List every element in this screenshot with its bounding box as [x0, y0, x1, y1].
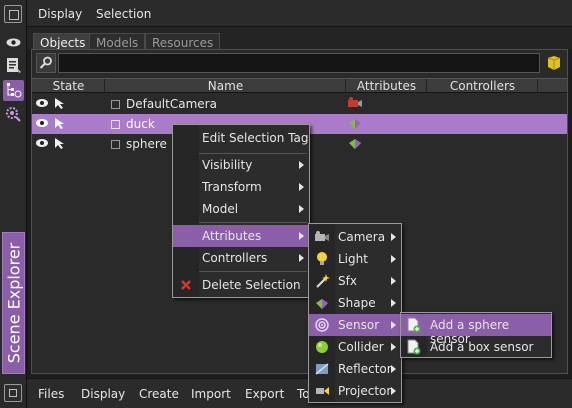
- window-menu-button[interactable]: [4, 5, 22, 23]
- tab-resources[interactable]: Resources: [145, 33, 221, 50]
- submenu-arrow-icon: [299, 254, 304, 262]
- wand-icon: [316, 274, 330, 288]
- menu-item-attributes[interactable]: Attributes: [173, 225, 309, 247]
- tab-models[interactable]: Models: [89, 33, 146, 50]
- submenu-arrow-icon: [299, 183, 304, 191]
- menu-item-label: Add a box sensor: [430, 340, 534, 354]
- scene-explorer-title: Scene Explorer: [2, 232, 25, 374]
- column-controllers[interactable]: Controllers: [428, 79, 538, 93]
- submenu-arrow-icon: [391, 299, 396, 307]
- submenu-arrow-icon: [391, 233, 396, 241]
- menu-item-label: Delete Selection: [202, 278, 301, 292]
- column-state[interactable]: State: [33, 79, 105, 93]
- menu-display[interactable]: Display: [38, 7, 82, 21]
- gear-search-icon[interactable]: [3, 104, 24, 125]
- menu-item-label: Collider: [338, 340, 384, 354]
- menu-item-visibility[interactable]: Visibility: [173, 154, 309, 176]
- column-attributes[interactable]: Attributes: [347, 79, 427, 93]
- menu-item-shape[interactable]: Shape: [309, 292, 401, 314]
- menu-item-collider[interactable]: Collider: [309, 336, 401, 358]
- menu-item-label: Projector: [338, 384, 392, 398]
- submenu-arrow-icon: [391, 277, 396, 285]
- add-sensor-icon: [407, 317, 421, 333]
- left-toolbar: Scene Explorer: [0, 0, 27, 408]
- menu-files[interactable]: Files: [38, 387, 64, 401]
- filter-icon[interactable]: [545, 54, 563, 72]
- menu-item-add-box-sensor[interactable]: Add a box sensor: [401, 336, 551, 358]
- menu-item-transform[interactable]: Transform: [173, 176, 309, 198]
- menu-item-add-sphere-sensor[interactable]: Add a sphere sensor: [401, 314, 551, 346]
- table-row[interactable]: [32, 94, 567, 114]
- menu-item-label: Controllers: [202, 251, 268, 265]
- submenu-arrow-icon: [299, 205, 304, 213]
- menu-item-label: Sfx: [338, 274, 357, 288]
- delete-icon: [181, 280, 191, 290]
- context-menu: Edit Selection Tag Visibility Transform …: [172, 124, 310, 298]
- menu-item-label: Attributes: [202, 229, 262, 243]
- menu-create[interactable]: Create: [139, 387, 179, 401]
- reflector-icon: [315, 363, 329, 375]
- camera-icon: [315, 231, 329, 241]
- sensor-icon: [315, 318, 329, 332]
- menu-item-reflector[interactable]: Reflector: [309, 358, 401, 380]
- menu-item-label: Model: [202, 202, 239, 216]
- menu-item-label: Visibility: [202, 158, 253, 172]
- menu-item-projector[interactable]: Projector: [309, 380, 401, 402]
- menu-item-label: Transform: [202, 180, 262, 194]
- menu-item-edit-selection-tag[interactable]: Edit Selection Tag: [173, 127, 309, 149]
- projector-icon: [316, 387, 329, 395]
- scene-explorer-icon[interactable]: [3, 80, 24, 101]
- submenu-arrow-icon: [391, 387, 396, 395]
- sensor-submenu: Add a sphere sensor Add a box sensor: [400, 312, 552, 358]
- menu-export[interactable]: Export: [245, 387, 284, 401]
- bottom-window-button[interactable]: [4, 384, 22, 402]
- menu-import[interactable]: Import: [191, 387, 231, 401]
- menu-item-label: Shape: [338, 296, 376, 310]
- tab-objects[interactable]: Objects: [33, 33, 93, 50]
- menu-item-camera[interactable]: Camera: [309, 226, 401, 248]
- submenu-arrow-icon: [391, 255, 396, 263]
- eye-icon[interactable]: [3, 32, 24, 53]
- attributes-submenu: Camera Light Sfx Shape Sensor Collider R…: [308, 223, 402, 403]
- menu-item-label: Camera: [338, 230, 386, 244]
- submenu-arrow-icon: [299, 232, 304, 240]
- menu-item-delete-selection[interactable]: Delete Selection: [173, 274, 309, 296]
- menu-item-sensor[interactable]: Sensor: [309, 314, 401, 336]
- shape-icon: [316, 299, 328, 309]
- submenu-arrow-icon: [391, 365, 396, 373]
- menu-item-light[interactable]: Light: [309, 248, 401, 270]
- submenu-arrow-icon: [391, 321, 396, 329]
- collider-icon: [316, 341, 328, 353]
- search-input[interactable]: [58, 53, 540, 73]
- scene-explorer-label: Scene Explorer: [4, 242, 23, 364]
- search-icon[interactable]: [36, 53, 56, 73]
- menu-item-sfx[interactable]: Sfx: [309, 270, 401, 292]
- menu-item-controllers[interactable]: Controllers: [173, 247, 309, 269]
- lightbulb-icon: [317, 252, 327, 265]
- properties-icon[interactable]: [3, 55, 24, 76]
- menu-item-label: Light: [338, 252, 368, 266]
- add-sensor-icon: [407, 339, 421, 355]
- menu-item-label: Edit Selection Tag: [202, 131, 309, 145]
- menu-item-label: Sensor: [338, 318, 380, 332]
- menu-selection[interactable]: Selection: [96, 7, 151, 21]
- menu-display-bottom[interactable]: Display: [81, 387, 125, 401]
- submenu-arrow-icon: [391, 343, 396, 351]
- submenu-arrow-icon: [299, 161, 304, 169]
- column-name[interactable]: Name: [106, 79, 346, 93]
- menu-item-model[interactable]: Model: [173, 198, 309, 220]
- menu-item-label: Reflector: [338, 362, 392, 376]
